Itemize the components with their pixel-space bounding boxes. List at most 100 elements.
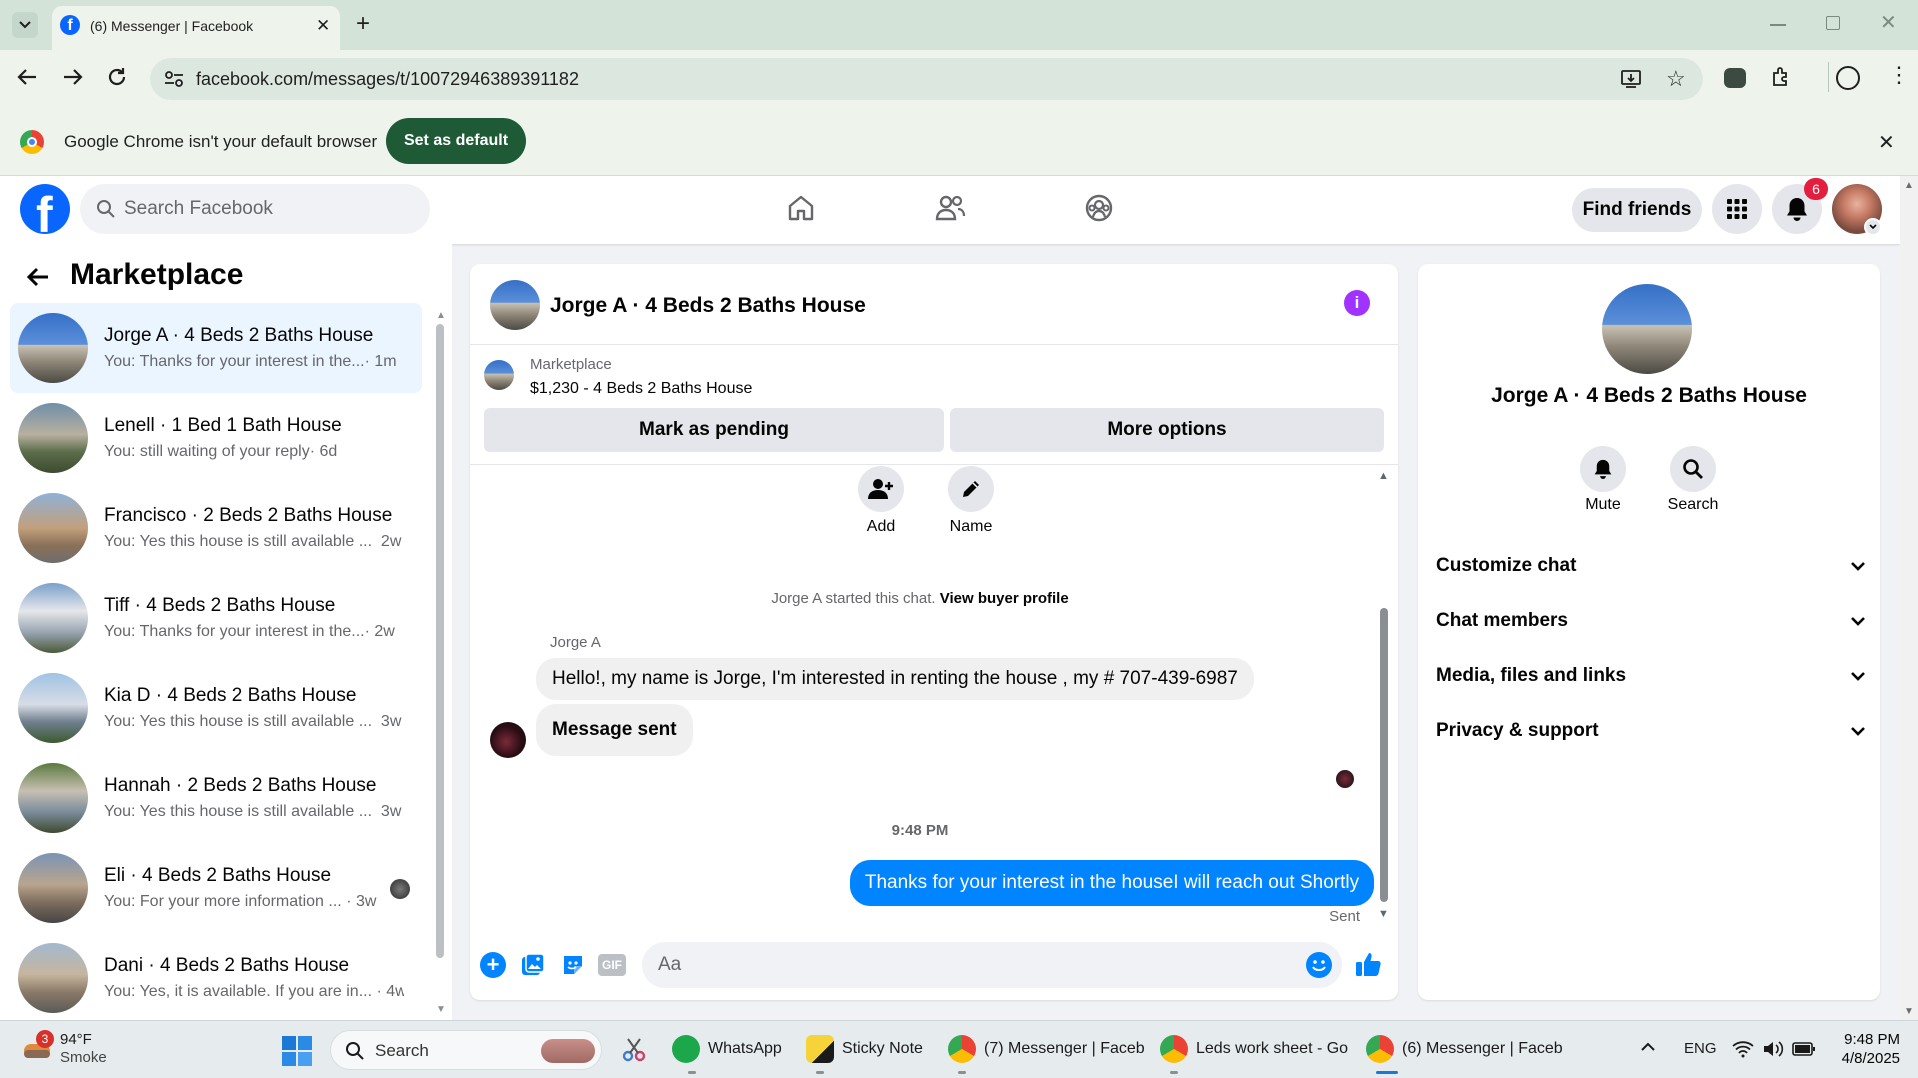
wifi-icon[interactable] [1732,1040,1754,1058]
find-friends-button[interactable]: Find friends [1572,188,1702,232]
privacy-support-section[interactable]: Privacy & support [1436,711,1866,751]
facebook-favicon-icon: f [60,15,80,35]
chrome-menu-icon[interactable]: ⋮ [1888,64,1910,86]
bell-icon [1594,459,1612,479]
taskbar-app-chrome-sheets[interactable]: Leds work sheet - Go [1160,1020,1348,1078]
tab-search-button[interactable] [12,12,38,38]
scroll-up-arrow-icon[interactable]: ▲ [1904,180,1914,191]
emoji-icon[interactable] [1306,952,1332,978]
battery-icon[interactable] [1792,1041,1816,1057]
nav-home[interactable] [786,193,816,223]
more-options-button[interactable]: More options [950,408,1384,452]
chat-members-section[interactable]: Chat members [1436,601,1866,641]
taskbar-app-chrome-messenger-6[interactable]: (6) Messenger | Faceb [1366,1020,1563,1078]
conversation-item[interactable]: Lenell · 1 Bed 1 Bath House You: still w… [10,393,422,483]
outgoing-message[interactable]: Thanks for your interest in the houseI w… [850,860,1374,906]
chat-avatar[interactable] [490,280,540,330]
scroll-down-arrow-icon[interactable]: ▼ [436,1004,446,1015]
new-tab-button[interactable]: + [356,10,370,38]
more-actions-plus-icon[interactable]: + [480,952,506,978]
window-minimize-button[interactable] [1770,24,1786,26]
view-buyer-profile-link[interactable]: View buyer profile [940,590,1069,607]
set-as-default-button[interactable]: Set as default [386,118,526,164]
gif-button[interactable]: GIF [598,954,626,976]
scroll-down-arrow-icon[interactable]: ▼ [1378,908,1389,920]
incoming-message[interactable]: Hello!, my name is Jorge, I'm interested… [536,658,1254,700]
conversation-item[interactable]: Tiff · 4 Beds 2 Baths House You: Thanks … [10,573,422,663]
incoming-message[interactable]: Message sent [536,704,693,756]
mark-as-pending-button[interactable]: Mark as pending [484,408,944,452]
search-in-conversation-button[interactable] [1670,446,1716,492]
facebook-logo-icon[interactable]: f [20,184,70,234]
media-files-links-section[interactable]: Media, files and links [1436,656,1866,696]
page-scrollbar[interactable] [1900,176,1918,1020]
system-clock[interactable]: 9:48 PM 4/8/2025 [1830,1030,1900,1068]
name-button[interactable] [948,466,994,512]
sticker-icon[interactable] [560,952,586,978]
browser-tab-active[interactable]: f (6) Messenger | Facebook ✕ [52,6,340,50]
back-arrow-button[interactable] [26,266,50,288]
conversation-item[interactable]: Eli · 4 Beds 2 Baths House You: For your… [10,843,422,933]
window-close-button[interactable]: ✕ [1880,10,1897,35]
menu-button[interactable] [1712,184,1762,234]
mute-button[interactable] [1580,446,1626,492]
snipping-tool-icon[interactable] [620,1036,648,1064]
conversation-list-scrollbar[interactable] [436,324,444,958]
extensions-icon[interactable] [1770,66,1792,88]
nav-friends[interactable] [934,193,966,223]
conversation-item[interactable]: Jorge A · 4 Beds 2 Baths House You: Than… [10,303,422,393]
account-chevron-icon[interactable] [1864,218,1882,236]
listing-source: Marketplace [530,356,612,373]
whatsapp-icon [672,1035,700,1063]
scroll-up-arrow-icon[interactable]: ▲ [1378,470,1389,482]
system-tray-expand-icon[interactable] [1640,1042,1656,1052]
tab-title: (6) Messenger | Facebook [90,18,254,34]
listing-thumbnail[interactable] [484,360,514,390]
window-restore-button[interactable] [1826,16,1840,30]
taskbar-app-sticky-notes[interactable]: Sticky Note [806,1020,923,1078]
nav-groups[interactable] [1084,193,1114,223]
sender-avatar[interactable] [490,722,526,758]
weather-widget[interactable]: 3 94°F Smoke [22,1020,107,1078]
back-button[interactable] [16,66,38,88]
conversation-snippet: You: Yes this house is still available .… [104,803,402,820]
conversation-item[interactable]: Francisco · 2 Beds 2 Baths House You: Ye… [10,483,422,573]
scroll-up-arrow-icon[interactable]: ▲ [436,310,446,321]
tab-close-icon[interactable]: ✕ [316,16,330,36]
windows-start-icon[interactable] [282,1036,312,1066]
install-app-icon[interactable] [1620,68,1642,90]
conversation-item[interactable]: Hannah · 2 Beds 2 Baths House You: Yes t… [10,753,422,843]
conversation-avatar [18,673,88,743]
infobar-close-icon[interactable]: ✕ [1878,130,1895,155]
conversation-avatar [18,403,88,473]
address-bar[interactable]: facebook.com/messages/t/1007294638939118… [150,58,1703,100]
taskbar-app-whatsapp[interactable]: WhatsApp [672,1020,782,1078]
conversation-item[interactable]: Kia D · 4 Beds 2 Baths House You: Yes th… [10,663,422,753]
bookmark-star-icon[interactable]: ☆ [1666,66,1686,92]
reload-button[interactable] [106,66,128,88]
pencil-icon [963,481,979,497]
forward-button[interactable] [62,66,84,88]
url-text[interactable]: facebook.com/messages/t/1007294638939118… [196,69,579,90]
conversation-item[interactable]: Dani · 4 Beds 2 Baths House You: Yes, it… [10,933,422,1023]
profile-icon[interactable] [1836,66,1860,90]
chat-title[interactable]: Jorge A · 4 Beds 2 Baths House [550,294,866,318]
volume-icon[interactable] [1762,1040,1784,1058]
details-avatar[interactable] [1602,284,1692,374]
message-input[interactable]: Aa [642,942,1342,988]
site-info-icon[interactable] [164,70,184,88]
chrome-icon [1366,1035,1394,1063]
like-thumbs-up-icon[interactable] [1354,950,1382,978]
add-person-button[interactable] [858,466,904,512]
facebook-search-input[interactable]: Search Facebook [80,184,430,234]
conversation-info-icon[interactable]: i [1344,290,1370,316]
taskbar-app-chrome-messenger-7[interactable]: (7) Messenger | Faceb [948,1020,1145,1078]
scroll-down-arrow-icon[interactable]: ▼ [1904,1006,1914,1017]
listing-detail[interactable]: $1,230 - 4 Beds 2 Baths House [530,380,752,398]
attach-image-icon[interactable] [520,952,546,978]
language-indicator[interactable]: ENG [1684,1040,1717,1057]
customize-chat-section[interactable]: Customize chat [1436,546,1866,586]
copilot-icon[interactable] [1724,68,1746,88]
chat-scrollbar[interactable] [1380,608,1388,902]
taskbar-search-box[interactable]: Search [330,1030,602,1070]
